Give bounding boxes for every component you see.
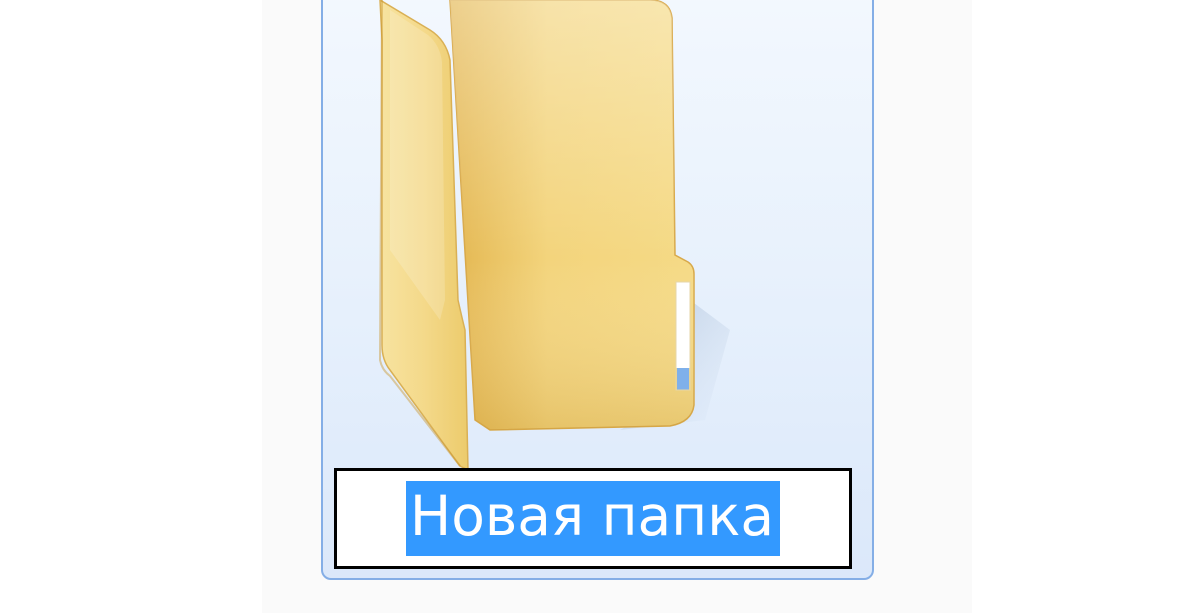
desktop-area: Новая папка: [0, 0, 1200, 613]
rename-input[interactable]: Новая папка: [334, 468, 852, 569]
folder-name-text: Новая папка: [405, 481, 781, 556]
folder-icon[interactable]: [370, 0, 730, 470]
